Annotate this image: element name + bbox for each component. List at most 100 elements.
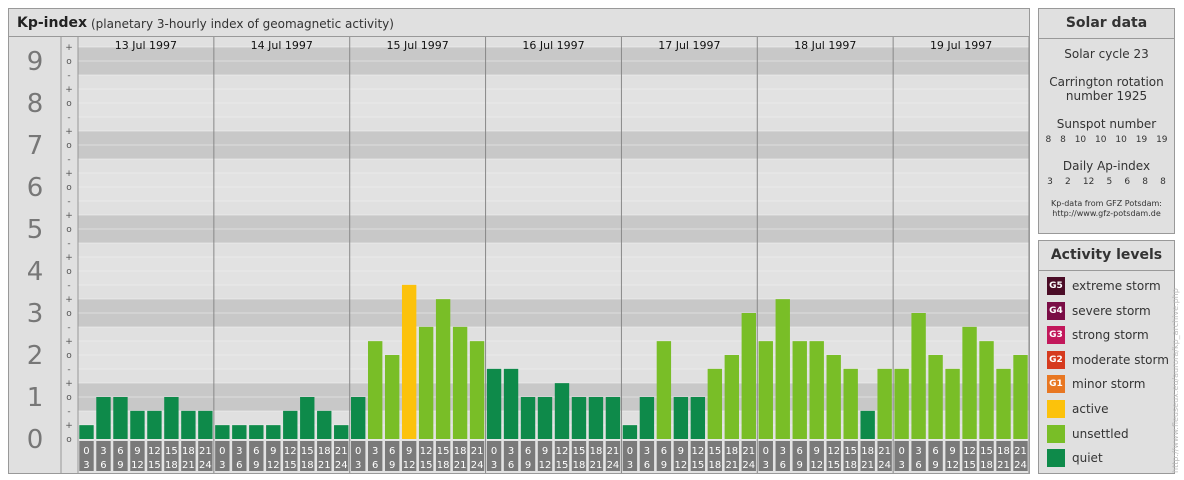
kp-bar <box>588 397 604 439</box>
y-subtick-label: o <box>66 309 72 319</box>
y-subtick-label: - <box>67 197 70 207</box>
day-label: 15 Jul 1997 <box>387 39 449 52</box>
kp-bar <box>486 368 502 439</box>
credit-link[interactable]: http://www.gfz-potsdam.de <box>1039 209 1174 219</box>
interval-start-label: 18 <box>725 446 738 457</box>
y-tick-label: 5 <box>27 215 44 245</box>
y-subtick-label: o <box>66 393 72 403</box>
carrington-line-1: Carrington rotation <box>1049 75 1164 89</box>
legend-swatch: G1 <box>1047 375 1065 394</box>
interval-start-label: 18 <box>318 446 331 457</box>
kp-bar <box>809 341 824 439</box>
kp-bar <box>673 397 689 439</box>
interval-start-label: 6 <box>117 446 123 457</box>
sunspot-value: 8 <box>1045 135 1052 145</box>
day-label: 13 Jul 1997 <box>115 39 177 52</box>
interval-start-label: 6 <box>389 446 395 457</box>
ap-value: 6 <box>1124 177 1131 187</box>
interval-end-label: 15 <box>420 460 433 471</box>
ap-value: 12 <box>1082 177 1095 187</box>
kp-bar <box>181 410 196 439</box>
kp-bar <box>198 410 213 439</box>
kp-bar <box>96 397 111 439</box>
interval-end-label: 9 <box>525 460 531 471</box>
interval-end-label: 6 <box>236 460 242 471</box>
kp-bar <box>401 284 417 439</box>
legend-item: quiet <box>1039 446 1174 471</box>
kp-chart-panel: Kp-index (planetary 3-hourly index of ge… <box>8 8 1030 474</box>
interval-start-label: 6 <box>253 446 259 457</box>
interval-end-label: 9 <box>932 460 938 471</box>
kp-bar <box>741 313 756 439</box>
y-subtick-label: - <box>67 239 70 249</box>
kp-bar <box>656 341 672 439</box>
y-tick-label: 2 <box>27 341 44 371</box>
interval-end-label: 6 <box>100 460 106 471</box>
interval-start-label: 12 <box>827 446 840 457</box>
interval-start-label: 3 <box>508 446 514 457</box>
interval-end-label: 6 <box>644 460 650 471</box>
kp-bar <box>639 397 655 439</box>
interval-end-label: 18 <box>573 460 586 471</box>
kp-bar <box>928 355 943 439</box>
interval-end-label: 18 <box>437 460 450 471</box>
interval-start-label: 15 <box>301 446 314 457</box>
day-label: 18 Jul 1997 <box>794 39 856 52</box>
kp-bar <box>418 326 434 439</box>
interval-start-label: 18 <box>861 446 874 457</box>
interval-start-label: 6 <box>797 446 803 457</box>
sunspot-value: 19 <box>1135 135 1148 145</box>
interval-end-label: 3 <box>219 460 225 471</box>
kp-bar <box>537 397 553 439</box>
interval-start-label: 18 <box>997 446 1010 457</box>
legend-label: unsettled <box>1072 426 1129 441</box>
interval-end-label: 9 <box>389 460 395 471</box>
kp-bar <box>996 368 1011 439</box>
legend-item: G2 moderate storm <box>1039 348 1174 373</box>
day-label: 14 Jul 1997 <box>251 39 313 52</box>
kp-bar <box>351 397 366 439</box>
interval-start-label: 0 <box>219 446 225 457</box>
interval-start-label: 3 <box>780 446 786 457</box>
interval-end-label: 18 <box>165 460 178 471</box>
ap-value: 8 <box>1160 177 1166 187</box>
y-subtick-label: - <box>67 281 70 291</box>
y-subtick-label: - <box>67 407 70 417</box>
interval-end-label: 18 <box>980 460 993 471</box>
legend-item: G5 extreme storm <box>1039 274 1174 299</box>
legend-swatch: G2 <box>1047 350 1065 369</box>
interval-end-label: 21 <box>454 460 467 471</box>
interval-start-label: 3 <box>915 446 921 457</box>
interval-start-label: 0 <box>83 446 89 457</box>
y-subtick-label: + <box>65 295 73 305</box>
ap-value: 2 <box>1064 177 1071 187</box>
interval-start-label: 12 <box>691 446 704 457</box>
legend-swatch <box>1047 399 1065 418</box>
interval-end-label: 12 <box>810 460 823 471</box>
interval-start-label: 0 <box>627 446 633 457</box>
solar-data-panel: Solar data Solar cycle 23 Carrington rot… <box>1038 8 1175 234</box>
interval-start-label: 0 <box>355 446 361 457</box>
kp-bar <box>520 397 536 439</box>
kp-bar <box>843 368 858 439</box>
interval-end-label: 15 <box>148 460 161 471</box>
kp-bar <box>1013 355 1028 439</box>
kp-bar <box>367 341 383 439</box>
interval-start-label: 9 <box>406 446 412 457</box>
y-subtick-label: o <box>66 57 72 67</box>
sunspot-value: 8 <box>1060 135 1066 145</box>
y-subtick-label: o <box>66 225 72 235</box>
interval-end-label: 15 <box>284 460 297 471</box>
interval-start-label: 21 <box>607 446 620 457</box>
ap-index-values: 3 2 12 5 6 8 8 <box>1039 177 1174 187</box>
sunspot-value: 10 <box>1095 135 1107 145</box>
interval-end-label: 3 <box>898 460 904 471</box>
interval-end-label: 12 <box>131 460 144 471</box>
interval-start-label: 12 <box>420 446 433 457</box>
kp-bar <box>605 397 621 439</box>
kp-bar <box>215 425 230 439</box>
kp-bar <box>894 368 909 439</box>
interval-end-label: 15 <box>556 460 569 471</box>
legend-label: quiet <box>1072 451 1103 466</box>
legend-swatch: G5 <box>1047 277 1065 295</box>
